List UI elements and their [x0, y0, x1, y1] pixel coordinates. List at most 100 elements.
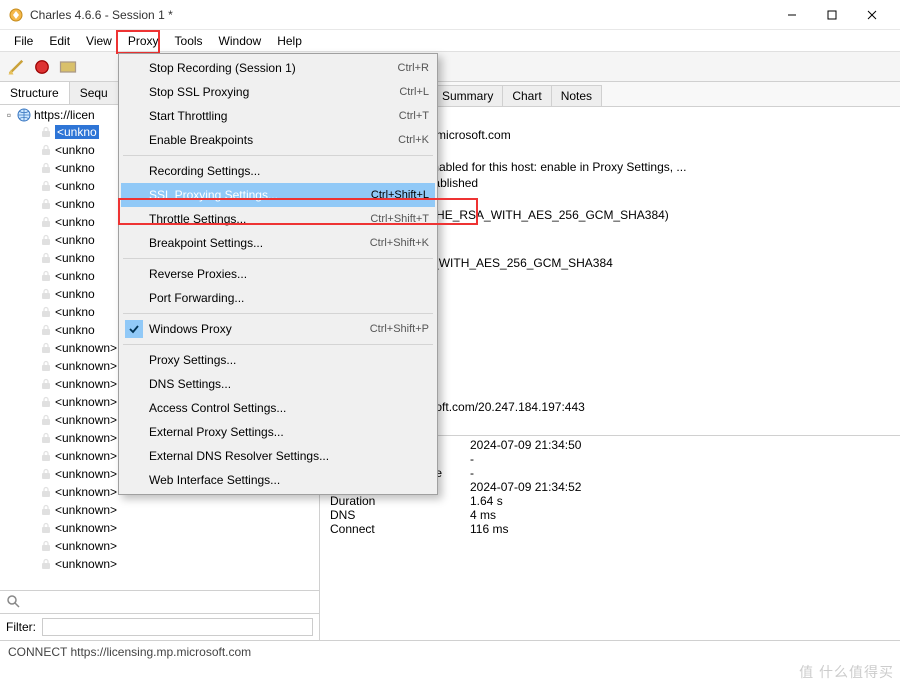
menu-item-label: Access Control Settings... [149, 401, 429, 415]
menu-item[interactable]: DNS Settings... [121, 372, 435, 396]
timing-value: - [470, 466, 474, 480]
menu-window[interactable]: Window [211, 32, 270, 50]
menu-item[interactable]: External DNS Resolver Settings... [121, 444, 435, 468]
lock-icon [40, 126, 52, 138]
menu-item[interactable]: Breakpoint Settings...Ctrl+Shift+K [121, 231, 435, 255]
record-icon[interactable] [32, 57, 52, 77]
menu-item-label: Reverse Proxies... [149, 267, 429, 281]
lock-icon [40, 288, 52, 300]
menu-item-accel: Ctrl+Shift+L [351, 189, 429, 201]
menu-item-accel: Ctrl+T [379, 110, 429, 122]
tree-item-label: <unkno [55, 125, 99, 139]
menu-item-accel: Ctrl+Shift+T [350, 213, 429, 225]
tree-item-label: <unknown> [55, 431, 117, 445]
lock-icon [40, 342, 52, 354]
tab-chart[interactable]: Chart [502, 85, 551, 106]
menu-item-label: DNS Settings... [149, 377, 429, 391]
window-title: Charles 4.6.6 - Session 1 * [30, 8, 772, 22]
menu-tools[interactable]: Tools [167, 32, 211, 50]
tree-item-label: <unknown> [55, 557, 117, 571]
tab-summary[interactable]: Summary [432, 85, 503, 106]
tree-item[interactable]: <unknown> [4, 555, 319, 573]
tab-notes[interactable]: Notes [551, 85, 602, 106]
lock-icon [40, 432, 52, 444]
timing-row: Connect116 ms [324, 522, 900, 536]
menu-item[interactable]: Reverse Proxies... [121, 262, 435, 286]
titlebar: Charles 4.6.6 - Session 1 * [0, 0, 900, 30]
close-button[interactable] [852, 3, 892, 27]
tree-item-label: <unknown> [55, 521, 117, 535]
tree-item-label: <unkno [55, 233, 95, 247]
menu-item-label: Recording Settings... [149, 164, 429, 178]
lock-icon [40, 414, 52, 426]
tree-item-label: <unkno [55, 179, 95, 193]
tree-item-label: <unknown> [55, 485, 117, 499]
tree-item-label: <unkno [55, 323, 95, 337]
menu-item[interactable]: Stop Recording (Session 1)Ctrl+R [121, 56, 435, 80]
menu-proxy[interactable]: Proxy [120, 32, 167, 50]
check-icon [125, 320, 143, 338]
tree-item-label: <unkno [55, 161, 95, 175]
menu-item[interactable]: Windows ProxyCtrl+Shift+P [121, 317, 435, 341]
minimize-button[interactable] [772, 3, 812, 27]
timing-row: Duration1.64 s [324, 494, 900, 508]
menu-item[interactable]: SSL Proxying Settings...Ctrl+Shift+L [121, 183, 435, 207]
lock-icon [40, 216, 52, 228]
tree-item-label: <unknown> [55, 467, 117, 481]
menu-item-label: Breakpoint Settings... [149, 236, 350, 250]
menu-item[interactable]: Stop SSL ProxyingCtrl+L [121, 80, 435, 104]
menu-item-label: Stop Recording (Session 1) [149, 61, 378, 75]
menu-item[interactable]: Start ThrottlingCtrl+T [121, 104, 435, 128]
tree-item-label: <unknown> [55, 539, 117, 553]
menu-item[interactable]: Recording Settings... [121, 159, 435, 183]
menu-item[interactable]: Access Control Settings... [121, 396, 435, 420]
toolbar-icon[interactable] [58, 57, 78, 77]
menu-item[interactable]: Port Forwarding... [121, 286, 435, 310]
tree-item-label: <unknown> [55, 449, 117, 463]
tree-item[interactable]: <unknown> [4, 501, 319, 519]
menu-item-accel: Ctrl+K [378, 134, 429, 146]
menu-item[interactable]: Enable BreakpointsCtrl+K [121, 128, 435, 152]
menu-help[interactable]: Help [269, 32, 310, 50]
maximize-button[interactable] [812, 3, 852, 27]
timing-value: 116 ms [470, 522, 508, 536]
menu-item[interactable]: External Proxy Settings... [121, 420, 435, 444]
lock-icon [40, 252, 52, 264]
timing-value: 2024-07-09 21:34:50 [470, 438, 581, 452]
menu-edit[interactable]: Edit [41, 32, 78, 50]
timing-value: 1.64 s [470, 494, 503, 508]
timing-value: 4 ms [470, 508, 496, 522]
menu-item-label: Enable Breakpoints [149, 133, 378, 147]
menu-item-accel: Ctrl+R [378, 62, 429, 74]
tree-item[interactable]: <unknown> [4, 519, 319, 537]
filter-bar: Filter: [0, 613, 319, 640]
menu-item[interactable]: Web Interface Settings... [121, 468, 435, 492]
menu-view[interactable]: View [78, 32, 120, 50]
menu-item-accel: Ctrl+Shift+P [350, 323, 429, 335]
tree-item[interactable]: <unknown> [4, 537, 319, 555]
tab-sequence[interactable]: Sequ [70, 82, 119, 104]
filter-icon[interactable] [6, 594, 22, 610]
timing-label: Duration [330, 494, 470, 508]
expand-icon[interactable]: ▫ [4, 110, 14, 120]
tree-item-label: <unknown> [55, 503, 117, 517]
lock-icon [40, 270, 52, 282]
tree-item-label: <unknown> [55, 341, 117, 355]
menu-item[interactable]: Proxy Settings... [121, 348, 435, 372]
menu-item-label: Port Forwarding... [149, 291, 429, 305]
tree-item-label: <unkno [55, 143, 95, 157]
filter-input[interactable] [42, 618, 313, 636]
lock-icon [40, 504, 52, 516]
menu-item-label: Stop SSL Proxying [149, 85, 379, 99]
tree-item-label: <unkno [55, 251, 95, 265]
tab-structure[interactable]: Structure [0, 82, 70, 104]
lock-icon [40, 234, 52, 246]
filter-label: Filter: [6, 620, 36, 634]
menu-item[interactable]: Throttle Settings...Ctrl+Shift+T [121, 207, 435, 231]
tree-item-label: <unkno [55, 215, 95, 229]
menu-item-label: Web Interface Settings... [149, 473, 429, 487]
menu-file[interactable]: File [6, 32, 41, 50]
menu-item-label: External Proxy Settings... [149, 425, 429, 439]
timing-label: DNS [330, 508, 470, 522]
broom-icon[interactable] [6, 57, 26, 77]
